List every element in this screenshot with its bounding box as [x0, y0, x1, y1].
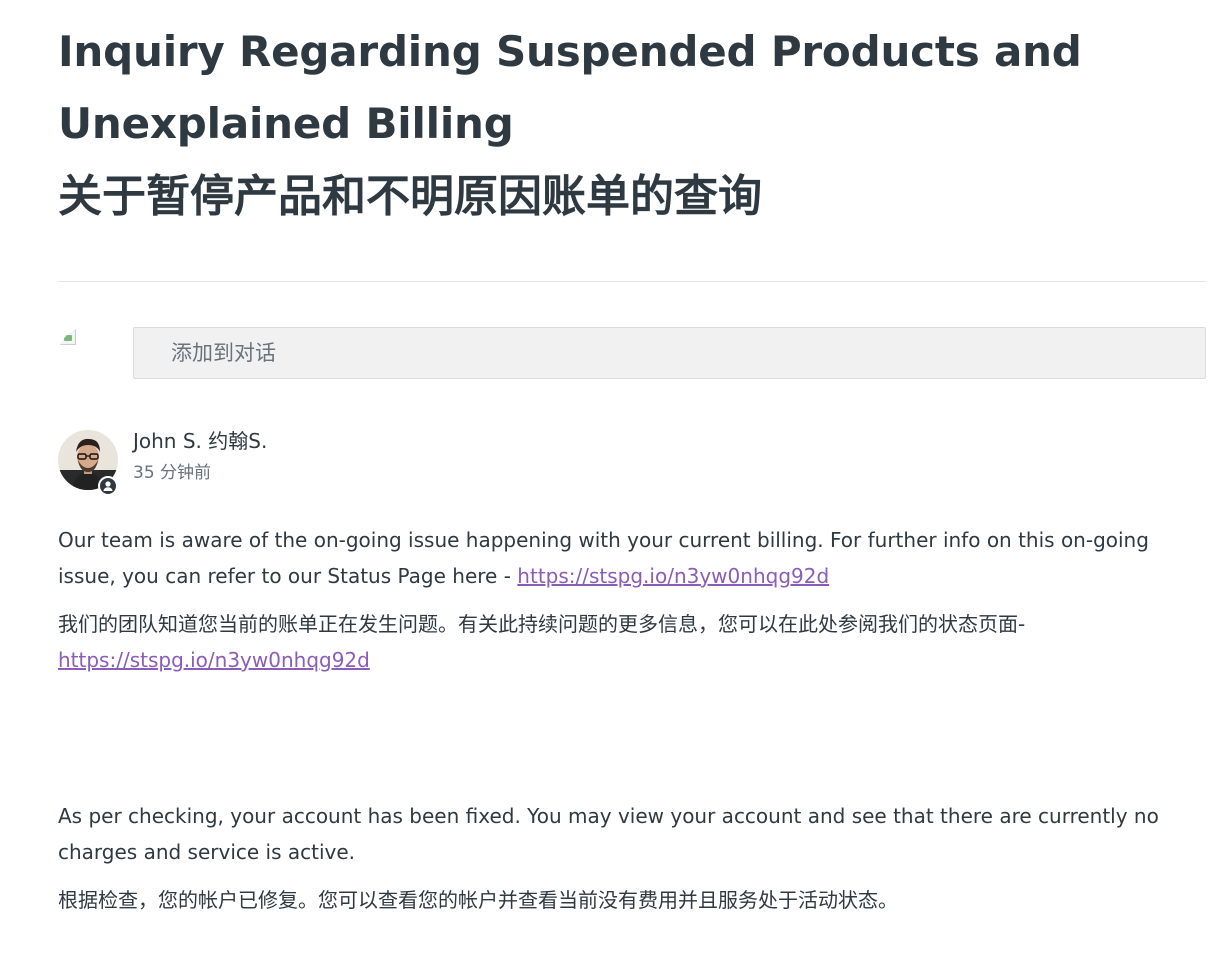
- agent-badge-icon: [98, 476, 118, 496]
- comment-paragraph-zh: 我们的团队知道您当前的账单正在发生问题。有关此持续问题的更多信息，您可以在此处参…: [58, 606, 1206, 678]
- comment-paragraph-en: Our team is aware of the on-going issue …: [58, 522, 1206, 594]
- status-page-link[interactable]: https://stspg.io/n3yw0nhqg92d: [58, 648, 370, 672]
- comment-composer: 添加到对话: [58, 327, 1206, 387]
- article-title-zh: 关于暂停产品和不明原因账单的查询: [58, 171, 762, 222]
- author-name[interactable]: John S. 约翰S.: [133, 428, 267, 454]
- comment-paragraph-zh: 根据检查，您的帐户已修复。您可以查看您的帐户并查看当前没有费用并且服务处于活动状…: [58, 888, 898, 912]
- add-to-conversation-input[interactable]: 添加到对话: [133, 327, 1206, 379]
- divider: [58, 281, 1206, 282]
- comment-timestamp: 35 分钟前: [133, 463, 212, 483]
- article-title-en: Inquiry Regarding Suspended Products and…: [58, 27, 1082, 148]
- broken-image-icon: [60, 329, 76, 345]
- author-avatar[interactable]: [58, 430, 118, 496]
- article-page: Inquiry Regarding Suspended Products and…: [58, 0, 1206, 912]
- paragraph-text: 我们的团队知道您当前的账单正在发生问题。有关此持续问题的更多信息，您可以在此处参…: [58, 612, 1026, 636]
- comment-paragraph-en: As per checking, your account has been f…: [58, 804, 1159, 864]
- status-page-link[interactable]: https://stspg.io/n3yw0nhqg92d: [517, 564, 829, 588]
- current-user-avatar: [58, 327, 116, 385]
